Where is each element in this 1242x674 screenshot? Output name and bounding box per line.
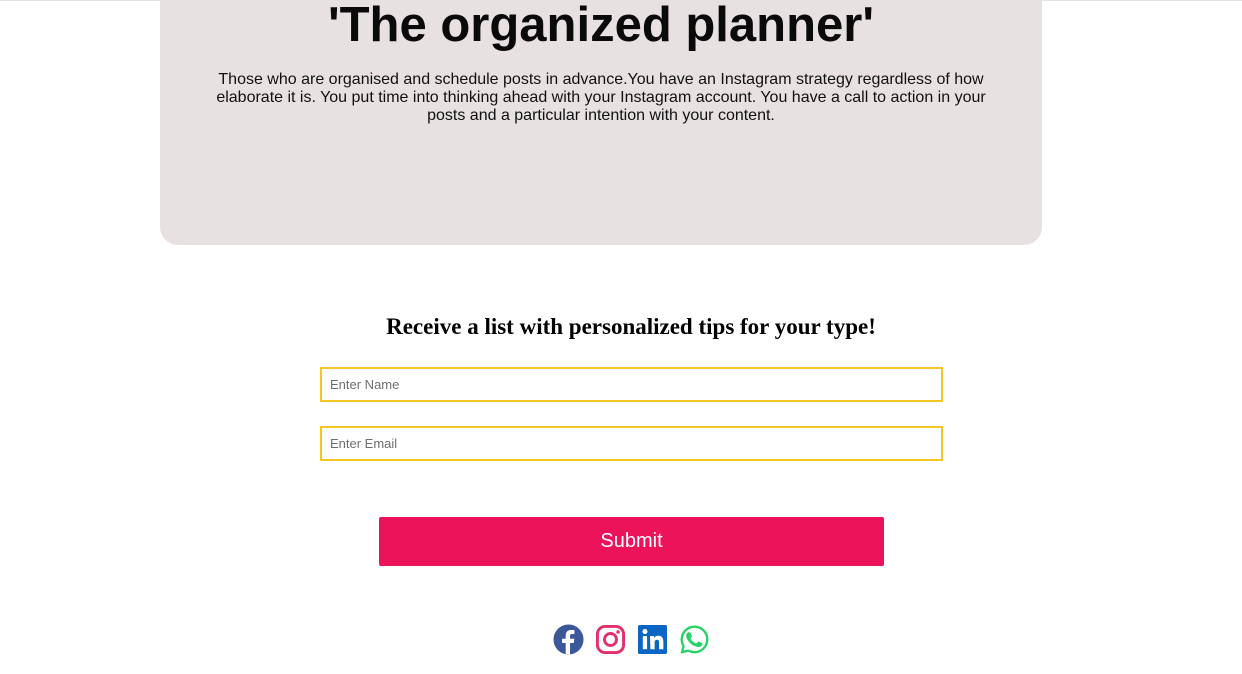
linkedin-link[interactable]: [637, 624, 668, 655]
social-links: [553, 624, 710, 658]
submit-button[interactable]: Submit: [379, 517, 884, 566]
signup-heading: Receive a list with personalized tips fo…: [386, 314, 876, 339]
quiz-result-card: 'The organized planner' Those who are or…: [160, 0, 1042, 245]
instagram-icon: [595, 624, 626, 655]
linkedin-icon: [637, 624, 668, 655]
instagram-link[interactable]: [595, 624, 626, 655]
name-input[interactable]: [320, 367, 943, 402]
result-title: 'The organized planner': [327, 0, 875, 52]
result-description: Those who are organised and schedule pos…: [216, 71, 986, 124]
facebook-icon: [553, 624, 584, 655]
email-input[interactable]: [320, 426, 943, 461]
facebook-link[interactable]: [553, 624, 584, 655]
whatsapp-link[interactable]: [679, 624, 710, 655]
whatsapp-icon: [680, 625, 709, 654]
